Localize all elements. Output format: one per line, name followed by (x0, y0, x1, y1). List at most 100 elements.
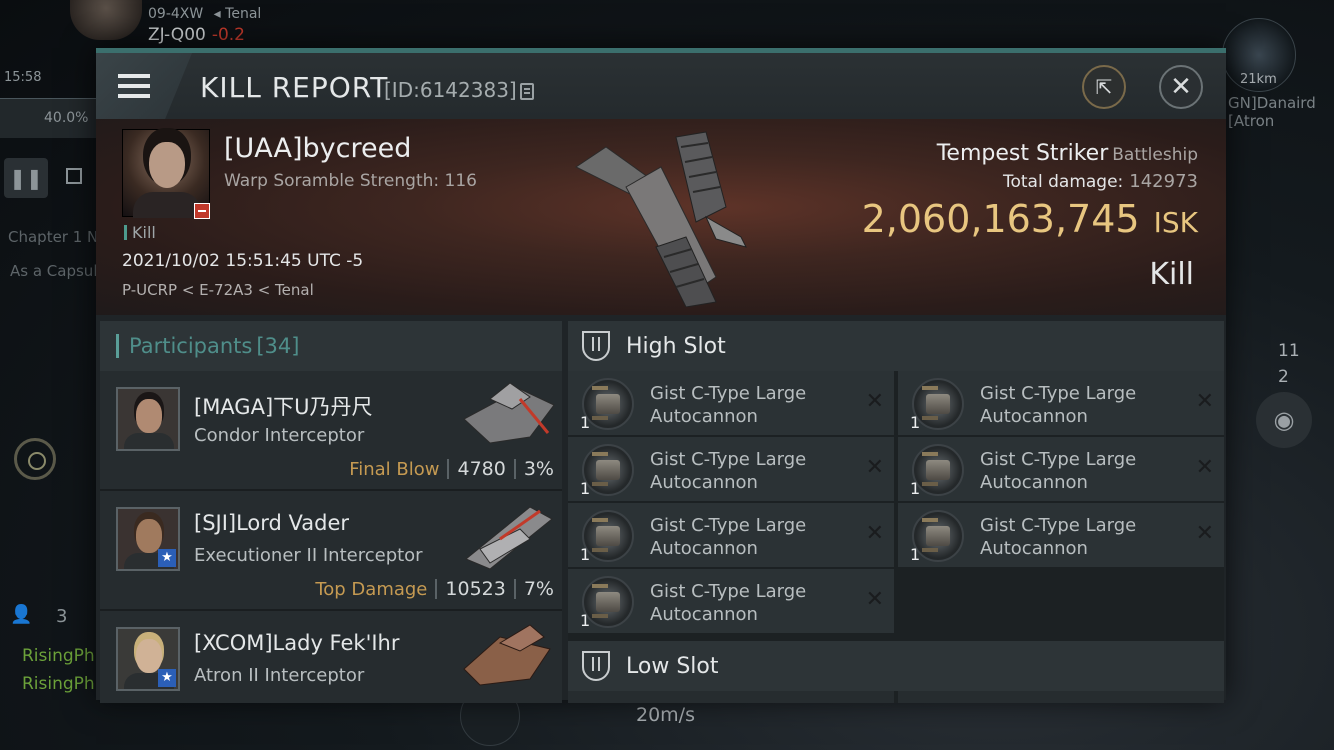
module-name: Gist C-Type Large Autocannon (980, 515, 1137, 559)
game-screen: 09-4XW ◂ Tenal ZJ-Q00 -0.2 15:58 40.0% ❚❚… (0, 0, 1334, 750)
module-qty: 1 (910, 545, 921, 564)
destroyed-icon: ✕ (1195, 455, 1214, 480)
star-badge-icon: ★ (158, 669, 176, 687)
module-item[interactable]: 1 Gist C-Type Large Autocannon ✕ (568, 371, 894, 435)
victim-name[interactable]: [UAA]bycreed (224, 133, 411, 164)
drone-count: 2 (1278, 367, 1289, 387)
participant-row[interactable]: ★ [XCOM]Lady Fek'Ihr Atron II Intercepto… (100, 611, 562, 703)
pause-icon[interactable]: ❚❚ (4, 158, 48, 198)
destroyed-icon: ✕ (865, 389, 884, 414)
participant-name: [XCOM]Lady Fek'Ihr (194, 631, 400, 655)
participants-panel: Participants [34] [MAGA]下U乃丹尺 Condor Inte… (100, 321, 562, 703)
participant-ship-image (465, 506, 553, 570)
destroyed-icon: ✕ (865, 587, 884, 612)
participant-name: [SJI]Lord Vader (194, 511, 350, 535)
victim-ship[interactable]: Tempest Striker Battleship (937, 141, 1198, 166)
high-slot-icon (582, 331, 610, 361)
module-qty: 1 (580, 479, 591, 498)
local-count: 3 (56, 606, 68, 627)
local-people-icon[interactable]: 👤 (10, 604, 32, 625)
report-id: [ID:6142383] (384, 78, 517, 102)
target-name: GN]Danaird [Atron (1228, 94, 1316, 130)
target-circle-icon[interactable] (14, 438, 56, 480)
module-item[interactable]: 1 Gist C-Type Large Autocannon ✕ (898, 371, 1224, 435)
fitting-panel: High Slot 1 Gist C-Type Large Autocannon… (568, 321, 1224, 703)
module-qty: 1 (580, 611, 591, 630)
module-item[interactable]: 1 Gist C-Type Large Autocannon ✕ (568, 437, 894, 501)
kill-timestamp: 2021/10/02 15:51:45 UTC -5 (122, 251, 364, 271)
participant-name: [MAGA]下U乃丹尺 (194, 395, 373, 419)
close-icon: ✕ (1170, 72, 1192, 102)
speed-readout: 20m/s (636, 704, 695, 726)
low-slot-header: Low Slot (568, 641, 1224, 691)
hud-system-top: 09-4XW ◂ Tenal (148, 6, 262, 22)
hud-clock: 15:58 (4, 70, 42, 85)
participant-ship: Executioner II Interceptor (194, 545, 423, 566)
victim-banner: [UAA]bycreed Warp Soramble Strength: 116… (96, 119, 1226, 315)
participant-stats: Top Damage 10523 7% (315, 578, 554, 600)
participant-ship: Atron II Interceptor (194, 665, 365, 686)
result-label: Kill (1149, 257, 1194, 292)
module-name: Gist C-Type Large Autocannon (650, 383, 807, 427)
module-name: Gist C-Type Large Autocannon (980, 383, 1137, 427)
participant-row[interactable]: ★ [SJI]Lord Vader Executioner II Interce… (100, 491, 562, 611)
eye-icon[interactable]: ◉ (1256, 392, 1312, 448)
module-qty: 1 (580, 545, 591, 564)
module-name: Gist C-Type Large Autocannon (650, 449, 807, 493)
module-item[interactable]: 1 Gist C-Type Large Autocannon ✕ (898, 503, 1224, 567)
hud-system[interactable]: ZJ-Q00 -0.2 (148, 25, 245, 45)
destroyed-icon: ✕ (865, 521, 884, 546)
star-badge-icon: ★ (158, 549, 176, 567)
stop-icon[interactable] (66, 168, 82, 184)
quest-text: As a Capsul (10, 262, 98, 280)
low-slot-grid (568, 691, 1224, 703)
copy-icon[interactable] (520, 83, 534, 100)
cargo-percent: 40.0% (44, 110, 89, 126)
isk-value: 2,060,163,745 ISK (861, 197, 1198, 241)
participant-portrait (116, 387, 180, 451)
kill-location[interactable]: P-UCRP < E-72A3 < Tenal (122, 281, 314, 299)
participant-ship-image (463, 382, 555, 444)
low-slot-icon (582, 651, 610, 681)
module-item[interactable]: 1 Gist C-Type Large Autocannon ✕ (568, 503, 894, 567)
participant-row[interactable]: [MAGA]下U乃丹尺 Condor Interceptor Final Blo… (100, 371, 562, 491)
victim-ship-image (575, 131, 747, 307)
empty-slot (898, 569, 1224, 633)
kill-tag: Kill (124, 223, 156, 242)
total-damage: Total damage: 142973 (1003, 171, 1198, 192)
close-button[interactable]: ✕ (1159, 65, 1203, 109)
participant-stats: Final Blow 4780 3% (349, 458, 554, 480)
module-name: Gist C-Type Large Autocannon (980, 449, 1137, 493)
destroyed-icon: ✕ (1195, 521, 1214, 546)
high-slot-grid: 1 Gist C-Type Large Autocannon ✕ 1 Gist … (568, 371, 1224, 635)
share-icon: ⇱ (1095, 75, 1113, 99)
kill-report-dialog: KILL REPORT [ID:6142383] ⇱ ✕ [UAA]bycree… (96, 48, 1226, 703)
menu-button[interactable] (96, 53, 192, 119)
module-item[interactable]: 1 Gist C-Type Large Autocannon ✕ (898, 437, 1224, 501)
chat-name[interactable]: RisingPh (22, 646, 95, 666)
target-distance: 21km (1240, 72, 1277, 87)
destroyed-icon: ✕ (1195, 389, 1214, 414)
share-button[interactable]: ⇱ (1082, 65, 1126, 109)
title-bar: KILL REPORT [ID:6142383] ⇱ ✕ (96, 53, 1226, 119)
module-item[interactable]: 1 Gist C-Type Large Autocannon ✕ (568, 569, 894, 633)
module-item[interactable] (568, 691, 894, 703)
dialog-title: KILL REPORT (200, 71, 389, 104)
pilot-avatar[interactable] (70, 0, 142, 40)
high-slot-header: High Slot (568, 321, 1224, 371)
hamburger-icon (118, 74, 150, 98)
module-name: Gist C-Type Large Autocannon (650, 515, 807, 559)
module-name: Gist C-Type Large Autocannon (650, 581, 807, 625)
warp-strength: Warp Soramble Strength: 116 (224, 171, 477, 191)
destroyed-icon: ✕ (865, 455, 884, 480)
module-qty: 1 (910, 413, 921, 432)
module-qty: 1 (580, 413, 591, 432)
participant-ship: Condor Interceptor (194, 425, 365, 446)
hostile-count: 11 (1278, 341, 1300, 361)
module-qty: 1 (910, 479, 921, 498)
corp-badge-icon (194, 203, 210, 219)
chat-name[interactable]: RisingPh (22, 674, 95, 694)
participants-header: Participants [34] (100, 321, 562, 371)
module-item[interactable] (898, 691, 1224, 703)
quest-title[interactable]: Chapter 1 Ne (8, 228, 108, 246)
